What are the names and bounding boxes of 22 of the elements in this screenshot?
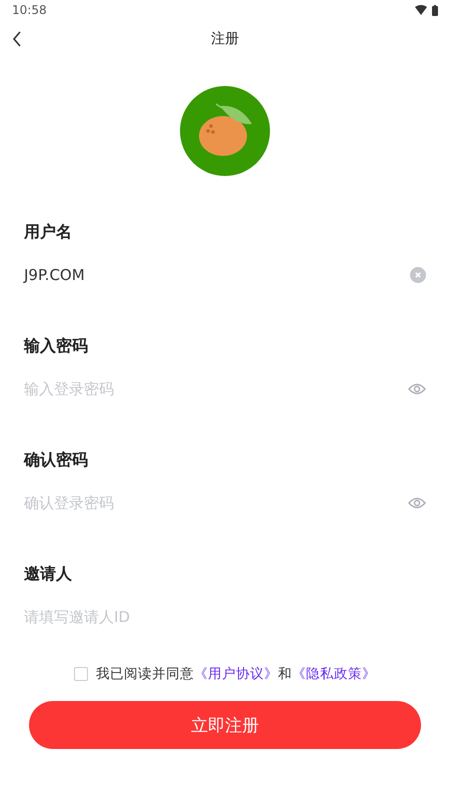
field-label: 用户名 bbox=[24, 222, 73, 242]
back-icon bbox=[12, 31, 22, 47]
clear-icon[interactable] bbox=[410, 267, 426, 283]
input-field[interactable]: J9P.COM bbox=[21, 260, 402, 290]
agreement-checkbox[interactable] bbox=[74, 667, 88, 681]
field-label: 输入密码 bbox=[24, 336, 89, 356]
field-label: 邀请人 bbox=[24, 564, 73, 584]
status-time: 10:58 bbox=[12, 3, 47, 17]
page-title: 注册 bbox=[211, 30, 239, 48]
policy-link[interactable]: 《用户协议》 bbox=[194, 666, 278, 682]
register-button[interactable]: 立即注册 bbox=[29, 701, 421, 749]
eye-icon[interactable] bbox=[408, 383, 426, 395]
eye-icon[interactable] bbox=[408, 497, 426, 509]
field-label: 确认密码 bbox=[24, 450, 89, 470]
input-field[interactable]: 请填写邀请人ID bbox=[21, 602, 426, 632]
wifi-icon bbox=[415, 5, 427, 15]
policy-link[interactable]: 《隐私政策》 bbox=[292, 666, 376, 682]
tangerine-logo-icon bbox=[180, 86, 270, 176]
input-field[interactable]: 输入登录密码 bbox=[21, 374, 400, 404]
agreement-text: 我已阅读并同意《用户协议》和《隐私政策》 bbox=[96, 665, 376, 683]
input-field[interactable]: 确认登录密码 bbox=[21, 488, 400, 518]
battery-icon bbox=[432, 4, 438, 16]
